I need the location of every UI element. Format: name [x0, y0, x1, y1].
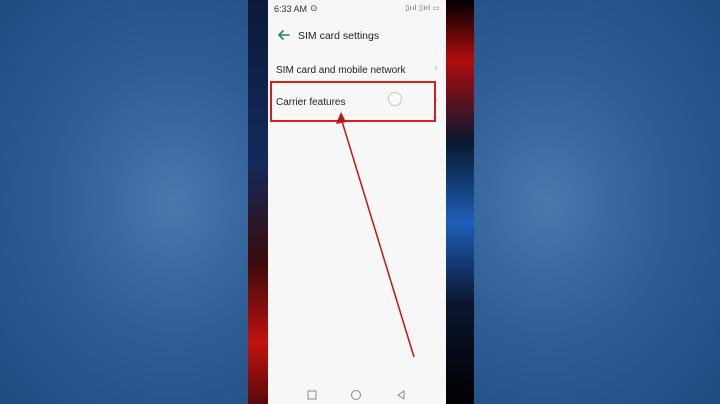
phone-screen: 6:33 AM ⊙ ▯ııl ▯ııl ▭ SIM card settings …	[268, 0, 446, 404]
status-indicators: ▯ııl ▯ııl ▭	[405, 5, 440, 12]
page-title: SIM card settings	[298, 30, 380, 42]
recents-button[interactable]	[306, 389, 318, 401]
status-time: 6:33 AM	[274, 4, 308, 14]
wallpaper-edge-left	[248, 0, 268, 404]
sim-card-mobile-network-item[interactable]: SIM card and mobile network ›	[268, 56, 446, 84]
status-bar: 6:33 AM ⊙ ▯ııl ▯ııl ▭	[268, 0, 446, 18]
background-right	[472, 0, 720, 404]
chevron-right-icon: ›	[434, 62, 438, 74]
back-arrow-icon[interactable]	[276, 27, 292, 43]
highlight-box	[270, 81, 436, 122]
wallpaper-edge-right	[446, 0, 474, 404]
home-button[interactable]	[350, 389, 362, 401]
list-item-label: SIM card and mobile network	[276, 65, 406, 76]
navigation-bar	[268, 386, 446, 404]
location-icon: ⊙	[310, 3, 318, 13]
title-bar: SIM card settings	[268, 24, 446, 48]
background-left	[0, 0, 248, 404]
back-button[interactable]	[395, 389, 407, 401]
